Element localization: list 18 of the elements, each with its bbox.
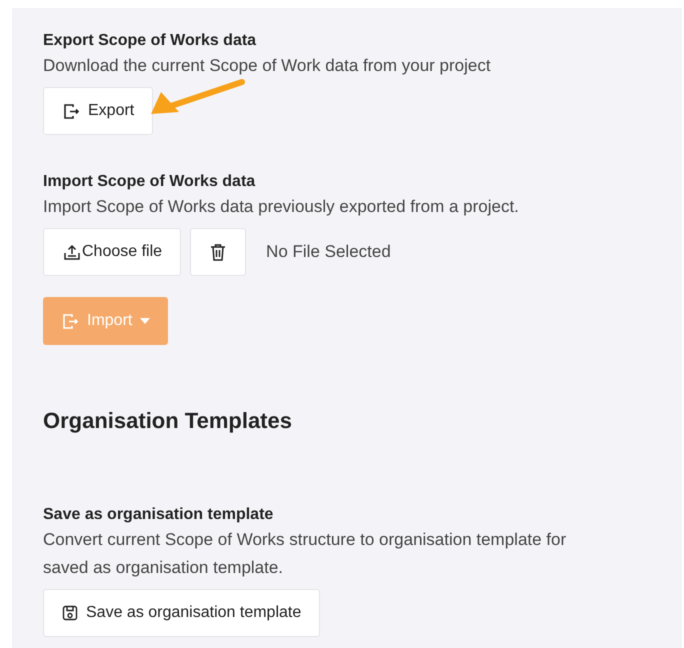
export-icon [62, 102, 80, 120]
file-status: No File Selected [266, 242, 391, 262]
delete-button[interactable] [190, 228, 246, 276]
section-description: Convert current Scope of Works structure to organisation template for saved as organisation template. [43, 529, 568, 579]
choose-file-button[interactable]: Choose file [43, 228, 182, 276]
upload-icon [62, 243, 82, 261]
trash-icon [210, 243, 226, 261]
caret-icon [140, 318, 150, 324]
section-description: Import Scope of Works data previously exported from a project. [43, 196, 520, 218]
section-title: Export Scope of Works data [43, 31, 258, 51]
save-icon [62, 605, 78, 621]
section-title: Import Scope of Works data [43, 172, 256, 192]
section-description: Download the current Scope of Work data from your project [43, 55, 492, 77]
save-template-button[interactable]: Save as organisation template [43, 589, 320, 637]
section-heading: Organisation Templates [43, 408, 293, 434]
export-button[interactable]: Export [43, 87, 154, 135]
export-icon [61, 312, 79, 330]
section-title: Save as organisation template [43, 505, 274, 525]
